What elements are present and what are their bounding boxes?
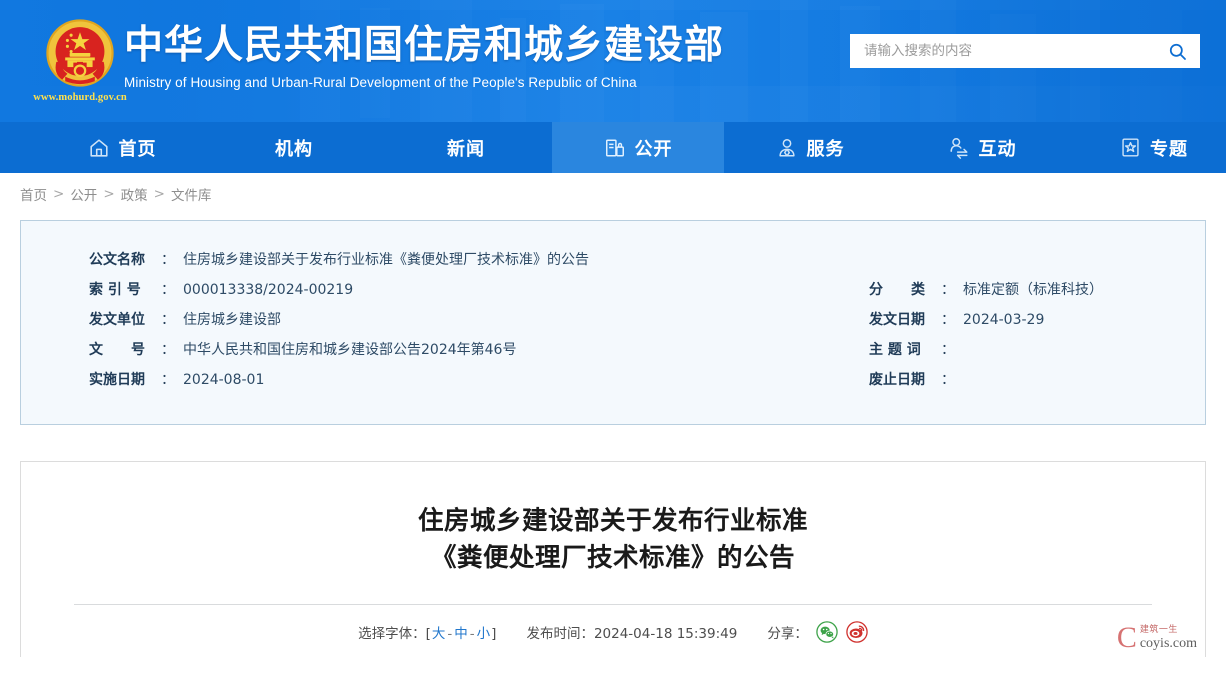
meta-value-document-number: 中华人民共和国住房和城乡建设部公告2024年第46号 <box>183 342 517 358</box>
nav-item-open[interactable]: 公开 <box>552 122 724 173</box>
nav-item-organization[interactable]: 机构 <box>208 122 380 173</box>
star-topic-icon <box>1122 138 1139 157</box>
document-metadata-card: 公文名称 ： 住房城乡建设部关于发布行业标准《粪便处理厂技术标准》的公告 索 引… <box>20 220 1206 425</box>
meta-label-doc-name: 公文名称 <box>89 252 145 268</box>
meta-row-doc-name: 公文名称 ： 住房城乡建设部关于发布行业标准《粪便处理厂技术标准》的公告 <box>89 245 589 275</box>
document-title-line-2: 《粪便处理厂技术标准》的公告 <box>430 543 795 573</box>
breadcrumb-item-policy[interactable]: 政策 <box>121 184 148 204</box>
document-content-card: 住房城乡建设部关于发布行业标准 《粪便处理厂技术标准》的公告 选择字体： [ 大… <box>20 461 1206 657</box>
document-title-line-1: 住房城乡建设部关于发布行业标准 <box>417 506 808 536</box>
nav-item-interaction[interactable]: 互动 <box>896 122 1068 173</box>
nav-item-topics[interactable]: 专题 <box>1068 122 1226 173</box>
publish-time-value: 2024-04-18 15:39:49 <box>593 626 738 642</box>
interaction-icon <box>949 137 968 159</box>
share-block: 分享： <box>767 621 868 643</box>
meta-row-subject-words: 主 题 词 ： <box>869 335 963 365</box>
china-national-emblem-icon <box>46 19 114 87</box>
open-document-icon <box>605 138 624 157</box>
meta-label-repeal-date: 废止日期 <box>869 372 925 388</box>
font-size-dash: - <box>469 626 475 642</box>
document-divider <box>74 604 1152 605</box>
font-size-label: 选择字体： <box>358 626 426 642</box>
meta-row-document-number: 文 号 ： 中华人民共和国住房和城乡建设部公告2024年第46号 <box>89 335 516 365</box>
nav-label-organization: 机构 <box>275 138 313 160</box>
nav-label-service: 服务 <box>806 138 845 160</box>
meta-label-effective-date: 实施日期 <box>89 372 145 388</box>
meta-value-category: 标准定额（标准科技） <box>963 282 1103 298</box>
site-header: www.mohurd.gov.cn 中华人民共和国住房和城乡建设部 Minist… <box>0 0 1226 122</box>
search-input[interactable] <box>864 43 1164 59</box>
breadcrumb-separator: > <box>103 186 115 202</box>
main-navigation: 首页 机构 新闻 公开 服务 互动 专题 <box>0 122 1226 173</box>
breadcrumb-item-open[interactable]: 公开 <box>70 184 97 204</box>
share-label: 分享： <box>767 626 808 642</box>
bracket-close: ] <box>491 626 497 642</box>
meta-label-subject-words: 主 题 词 <box>869 342 921 358</box>
nav-label-topics: 专题 <box>1150 138 1188 160</box>
meta-label-category: 分 类 <box>869 282 925 298</box>
font-size-selector: 选择字体： [ 大 - 中 - 小 ] <box>358 622 496 642</box>
weibo-icon[interactable] <box>846 621 868 643</box>
search-box[interactable] <box>850 34 1200 68</box>
breadcrumb: 首页 > 公开 > 政策 > 文件库 <box>0 173 1226 215</box>
meta-row-repeal-date: 废止日期 ： <box>869 365 963 395</box>
font-size-medium[interactable]: 中 <box>453 622 469 642</box>
nav-item-home[interactable]: 首页 <box>36 122 208 173</box>
site-title-block: 中华人民共和国住房和城乡建设部 Ministry of Housing and … <box>124 22 724 90</box>
nav-label-interaction: 互动 <box>978 138 1017 160</box>
breadcrumb-item-file-library[interactable]: 文件库 <box>171 184 212 204</box>
publish-time-block: 发布时间：2024-04-18 15:39:49 <box>526 622 737 642</box>
meta-row-index-number: 索 引 号 ： 000013338/2024-00219 <box>89 275 353 305</box>
site-title-en: Ministry of Housing and Urban-Rural Deve… <box>124 75 637 90</box>
nav-label-home: 首页 <box>118 138 157 160</box>
wechat-icon[interactable] <box>816 621 838 643</box>
site-title-cn: 中华人民共和国住房和城乡建设部 <box>124 23 725 68</box>
breadcrumb-item-home[interactable]: 首页 <box>20 184 47 204</box>
meta-label-index-number: 索 引 号 <box>89 282 141 298</box>
nav-label-open: 公开 <box>634 138 673 160</box>
nav-item-news[interactable]: 新闻 <box>380 122 552 173</box>
meta-value-index-number: 000013338/2024-00219 <box>183 282 354 298</box>
publish-time-label: 发布时间： <box>526 626 594 642</box>
user-service-icon <box>778 138 795 157</box>
search-icon <box>1169 43 1186 60</box>
meta-label-issuing-unit: 发文单位 <box>89 312 145 328</box>
font-size-dash: - <box>447 626 453 642</box>
meta-value-issue-date: 2024-03-29 <box>963 312 1045 328</box>
meta-label-document-number: 文 号 <box>89 342 145 358</box>
document-title: 住房城乡建设部关于发布行业标准 《粪便处理厂技术标准》的公告 <box>21 462 1205 577</box>
meta-value-issuing-unit: 住房城乡建设部 <box>183 312 281 328</box>
font-size-small[interactable]: 小 <box>476 622 492 642</box>
site-emblem-block: www.mohurd.gov.cn <box>30 16 130 114</box>
meta-row-issue-date: 发文日期 ： 2024-03-29 <box>869 305 1044 335</box>
meta-row-issuing-unit: 发文单位 ： 住房城乡建设部 <box>89 305 281 335</box>
meta-value-effective-date: 2024-08-01 <box>183 372 265 388</box>
font-size-large[interactable]: 大 <box>431 622 447 642</box>
meta-row-effective-date: 实施日期 ： 2024-08-01 <box>89 365 264 395</box>
document-meta-bar: 选择字体： [ 大 - 中 - 小 ] 发布时间：2024-04-18 15:3… <box>21 621 1205 643</box>
nav-item-service[interactable]: 服务 <box>724 122 896 173</box>
meta-row-category: 分 类 ： 标准定额（标准科技） <box>869 275 1103 305</box>
meta-label-issue-date: 发文日期 <box>869 312 925 328</box>
search-button[interactable] <box>1164 38 1190 64</box>
home-icon <box>89 138 108 157</box>
breadcrumb-separator: > <box>53 186 65 202</box>
site-url-text: www.mohurd.gov.cn <box>33 92 127 103</box>
meta-value-doc-name: 住房城乡建设部关于发布行业标准《粪便处理厂技术标准》的公告 <box>183 252 589 268</box>
nav-label-news: 新闻 <box>447 138 485 160</box>
breadcrumb-separator: > <box>153 186 165 202</box>
